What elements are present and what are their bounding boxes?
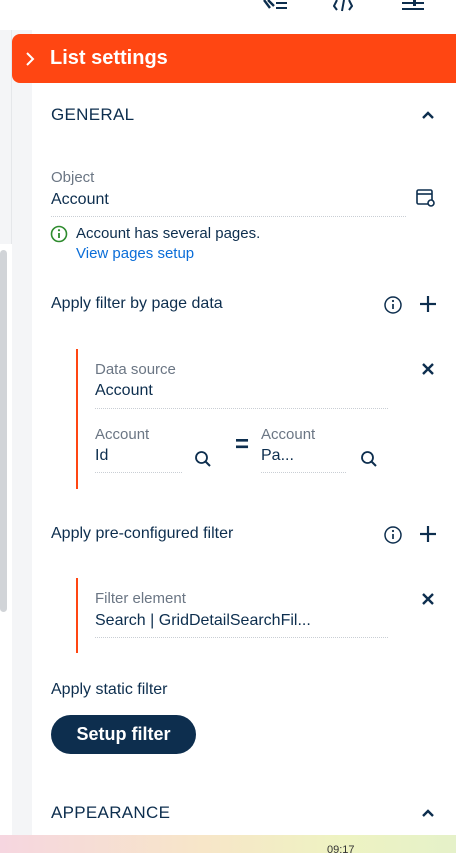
add-page-filter-icon[interactable] xyxy=(416,292,440,316)
object-picker-icon[interactable] xyxy=(414,186,438,210)
search-icon[interactable] xyxy=(357,447,381,471)
remove-preconfigured-filter-icon[interactable] xyxy=(416,587,440,611)
right-field-value[interactable]: Pa... xyxy=(261,447,294,465)
pin-list-icon[interactable] xyxy=(262,0,288,14)
code-icon[interactable] xyxy=(333,0,353,14)
os-taskbar xyxy=(0,835,456,853)
info-icon[interactable] xyxy=(381,293,405,317)
general-section-heading[interactable]: GENERAL xyxy=(51,105,134,125)
right-field-underline xyxy=(261,472,346,473)
right-field-label: Account xyxy=(261,426,316,443)
list-settings-header[interactable]: List settings xyxy=(12,34,456,83)
appearance-section-heading[interactable]: APPEARANCE xyxy=(51,803,170,823)
setup-filter-button[interactable]: Setup filter xyxy=(51,715,196,754)
panel-title: List settings xyxy=(50,47,168,69)
taskbar-clock: 09:17 xyxy=(327,844,355,853)
page-filter-accent xyxy=(76,349,78,489)
left-field-label: Account xyxy=(95,426,150,443)
data-source-label: Data source xyxy=(95,361,176,378)
page-scrollbar[interactable] xyxy=(0,250,7,612)
search-icon[interactable] xyxy=(191,447,215,471)
remove-page-filter-icon[interactable] xyxy=(416,357,440,381)
chevron-right-icon[interactable] xyxy=(12,51,48,67)
filter-element-label: Filter element xyxy=(95,590,186,607)
data-source-underline xyxy=(95,408,388,409)
view-pages-setup-link[interactable]: View pages setup xyxy=(76,245,194,262)
info-circle-icon xyxy=(49,224,69,244)
settings-panel: GENERAL Object Account Account has sever… xyxy=(32,83,456,835)
chevron-up-icon[interactable] xyxy=(416,801,440,825)
preconfigured-filter-title: Apply pre-configured filter xyxy=(51,525,234,542)
preconfigured-filter-accent xyxy=(76,578,78,653)
canvas-edge xyxy=(0,30,12,244)
equals-operator: = xyxy=(235,431,250,458)
panel-gutter xyxy=(12,30,32,835)
object-label: Object xyxy=(51,169,95,186)
filter-element-underline xyxy=(95,637,388,638)
chevron-up-icon[interactable] xyxy=(416,103,440,127)
object-value[interactable]: Account xyxy=(51,191,109,209)
settings-sliders-icon[interactable] xyxy=(400,0,426,14)
left-field-value[interactable]: Id xyxy=(95,447,108,465)
page-filter-title: Apply filter by page data xyxy=(51,295,223,312)
info-icon[interactable] xyxy=(381,523,405,547)
object-field-underline xyxy=(51,216,406,217)
left-field-underline xyxy=(95,472,182,473)
multi-page-notice: Account has several pages. xyxy=(76,225,261,242)
add-preconfigured-filter-icon[interactable] xyxy=(416,522,440,546)
top-toolbar xyxy=(0,0,456,30)
filter-element-value[interactable]: Search | GridDetailSearchFil... xyxy=(95,612,311,630)
data-source-value[interactable]: Account xyxy=(95,382,153,400)
static-filter-title: Apply static filter xyxy=(51,681,168,698)
